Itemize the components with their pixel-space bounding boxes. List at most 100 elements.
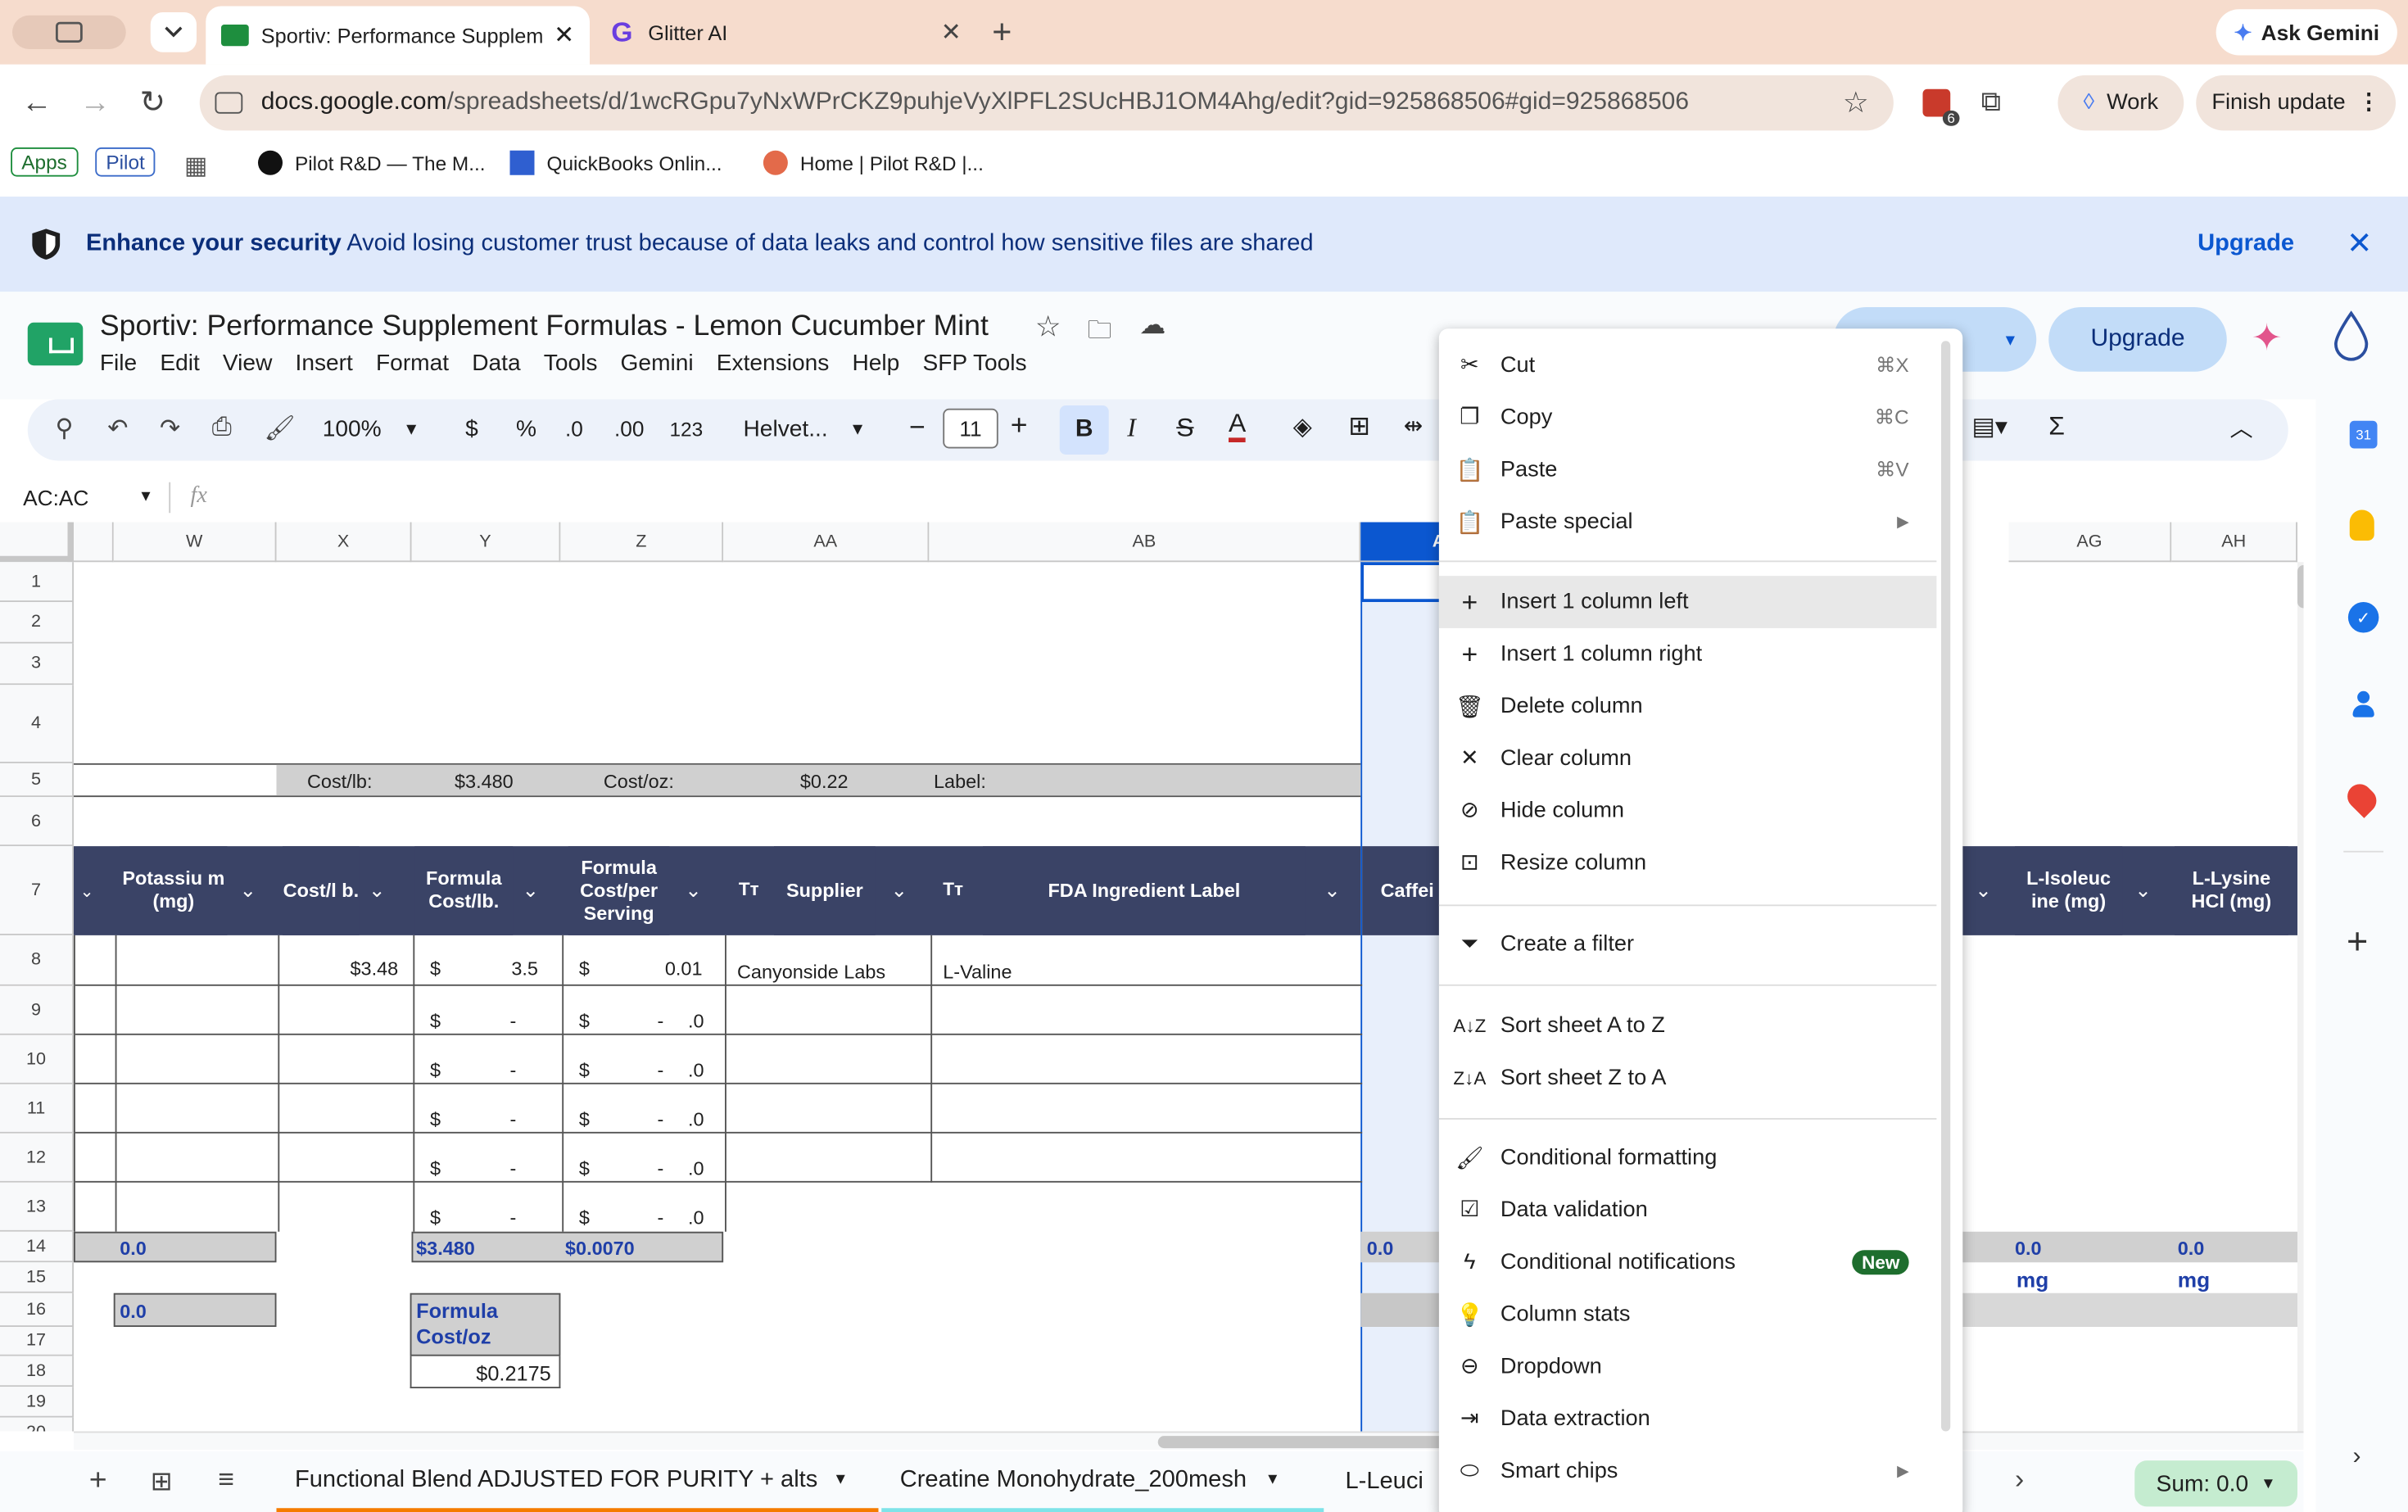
bookmark-pilot[interactable]: Pilot [95, 147, 156, 177]
text-color-button[interactable]: A [1229, 410, 1247, 442]
cell-z-value[interactable]: .0 [688, 1158, 704, 1179]
new-tab-icon[interactable]: + [992, 12, 1012, 52]
row-header[interactable]: 7 [0, 846, 74, 935]
header-formula-cost-serving[interactable]: Formula Cost/per Serving [568, 846, 670, 935]
cloud-status-icon[interactable]: ☁ [1139, 310, 1166, 342]
increase-font-size-icon[interactable]: + [1011, 410, 1028, 444]
cell-z-symbol[interactable]: $ [579, 1060, 590, 1081]
row-header[interactable]: 3 [0, 643, 74, 686]
tasks-icon[interactable]: ✓ [2347, 602, 2379, 633]
cell-y-symbol[interactable]: $ [430, 1207, 441, 1229]
column-header-ah[interactable]: AH [2171, 522, 2297, 563]
cell-ah15[interactable]: mg [2178, 1265, 2210, 1293]
row-header[interactable]: 19 [0, 1387, 74, 1418]
select-all-corner[interactable] [0, 522, 74, 563]
row-header[interactable]: 4 [0, 685, 74, 763]
header-supplier[interactable]: Supplier [774, 846, 876, 935]
cell-y-dash[interactable]: - [510, 1207, 517, 1229]
add-sheet-icon[interactable]: + [89, 1464, 107, 1499]
row-header[interactable]: 5 [0, 763, 74, 798]
header-fda-label[interactable]: FDA Ingredient Label [983, 846, 1306, 935]
cell-ag14[interactable]: 0.0 [2015, 1235, 2042, 1263]
column-header-ag[interactable]: AG [2008, 522, 2172, 563]
menu-item-column-stats[interactable]: 💡 Column stats [1439, 1288, 1937, 1341]
fill-color-icon[interactable]: ◈ [1293, 412, 1312, 443]
expand-panel-icon[interactable]: › [2353, 1444, 2361, 1472]
menu-format[interactable]: Format [376, 351, 449, 377]
filter-dropdown-icon[interactable]: ⌄ [240, 879, 256, 903]
cost-oz-label[interactable]: Cost/oz: [604, 768, 674, 796]
grid-apps-icon[interactable]: ▦ [184, 151, 207, 182]
column-header-z[interactable]: Z [560, 522, 724, 563]
font-size-input[interactable]: 11 [943, 408, 998, 449]
header-cost-lb[interactable]: Cost/l b. [283, 846, 360, 935]
menu-item-sort-a-z[interactable]: A↓Z Sort sheet A to Z [1439, 1000, 1937, 1053]
search-menus-icon[interactable]: ⚲ [56, 413, 108, 444]
decrease-font-size-icon[interactable]: − [909, 412, 926, 444]
sheets-logo-icon[interactable] [27, 322, 84, 366]
column-header[interactable] [74, 522, 114, 563]
cell-z8[interactable]: 0.01 [665, 958, 703, 980]
cell-y-dash[interactable]: - [510, 1158, 517, 1179]
cell-z-dash[interactable]: - [658, 1158, 664, 1179]
cell-y-dash[interactable]: - [510, 1060, 517, 1081]
banner-upgrade-link[interactable]: Upgrade [2198, 230, 2294, 258]
menu-sfp-tools[interactable]: SFP Tools [922, 351, 1026, 377]
row-header[interactable]: 9 [0, 985, 74, 1035]
cell-ab8[interactable]: L-Valine [943, 962, 1012, 983]
menu-item-insert-left[interactable]: + Insert 1 column left [1438, 576, 1937, 628]
menu-extensions[interactable]: Extensions [717, 351, 830, 377]
scroll-tabs-right-icon[interactable]: › [2015, 1464, 2024, 1496]
menu-data[interactable]: Data [472, 351, 520, 377]
percent-format-button[interactable]: % [516, 416, 536, 442]
maps-icon[interactable] [2342, 779, 2382, 818]
font-select[interactable]: Helvet... ▼ [744, 416, 867, 442]
calendar-icon[interactable]: 31 [2349, 420, 2378, 449]
bookmark-pilot-rd[interactable]: Pilot R&D — The M... [258, 150, 486, 175]
sheet-tab-functional-blend[interactable]: Functional Blend ADJUSTED FOR PURITY + a… [276, 1451, 879, 1512]
formula-cost-oz-title[interactable]: Formula Cost/oz [416, 1297, 554, 1350]
bookmark-home[interactable]: Home | Pilot R&D |... [763, 150, 984, 175]
row-header[interactable]: 2 [0, 602, 74, 644]
menu-item-paste-special[interactable]: 📋 Paste special ▶ [1439, 496, 1937, 549]
all-sheets-menu-icon[interactable]: ≡ [218, 1464, 234, 1496]
row-header[interactable]: 16 [0, 1292, 74, 1327]
menu-item-data-extraction[interactable]: ⇥ Data extraction [1439, 1393, 1937, 1446]
cell-ag15[interactable]: mg [2016, 1265, 2048, 1293]
share-dropdown-icon[interactable]: ▾ [2006, 328, 2015, 350]
filter-dropdown-icon[interactable]: ⌄ [80, 881, 94, 902]
site-info-icon[interactable] [215, 92, 243, 114]
menu-item-resize-column[interactable]: ⊡ Resize column [1439, 837, 1937, 890]
bold-button[interactable]: B [1059, 405, 1109, 455]
cell-y8-symbol[interactable]: $ [430, 958, 441, 980]
borders-icon[interactable]: ⊞ [1348, 412, 1370, 443]
back-icon[interactable]: ← [21, 86, 52, 121]
move-folder-icon[interactable]: 🗀 [1088, 314, 1112, 355]
bookmark-star-icon[interactable]: ☆ [1843, 85, 1869, 120]
doc-title[interactable]: Sportiv: Performance Supplement Formulas… [100, 310, 989, 344]
forward-icon[interactable]: → [80, 86, 111, 121]
bookmark-quickbooks[interactable]: QuickBooks Onlin... [509, 150, 722, 175]
print-icon[interactable]: ⎙ [212, 414, 265, 442]
doc-upgrade-button[interactable]: Upgrade [2048, 307, 2227, 372]
filter-dropdown-icon[interactable]: ⌄ [369, 879, 385, 903]
menu-tools[interactable]: Tools [544, 351, 598, 377]
cell-w14[interactable]: 0.0 [120, 1235, 147, 1263]
cell-z-value[interactable]: .0 [688, 1060, 704, 1081]
menu-item-conditional-formatting[interactable]: 🖌 Conditional formatting [1439, 1132, 1937, 1184]
reload-icon[interactable]: ↻ [140, 83, 165, 121]
cell-z-dash[interactable]: - [658, 1060, 664, 1081]
filter-dropdown-icon[interactable]: ⌄ [1324, 879, 1340, 903]
keep-icon[interactable] [2349, 509, 2374, 541]
menu-insert[interactable]: Insert [296, 351, 353, 377]
menu-item-insert-right[interactable]: + Insert 1 column right [1439, 628, 1937, 681]
row-header[interactable]: 15 [0, 1262, 74, 1293]
bookmark-apps[interactable]: Apps [11, 147, 78, 177]
cost-lb-label[interactable]: Cost/lb: [307, 768, 372, 796]
tab-glitter[interactable]: G Glitter AI ✕ [596, 9, 977, 55]
close-tab-icon[interactable]: ✕ [554, 20, 574, 51]
row-header[interactable]: 6 [0, 797, 74, 847]
cell-w16[interactable]: 0.0 [120, 1297, 147, 1325]
vertical-scrollbar-thumb[interactable] [2297, 565, 2304, 609]
row-header[interactable]: 18 [0, 1356, 74, 1388]
